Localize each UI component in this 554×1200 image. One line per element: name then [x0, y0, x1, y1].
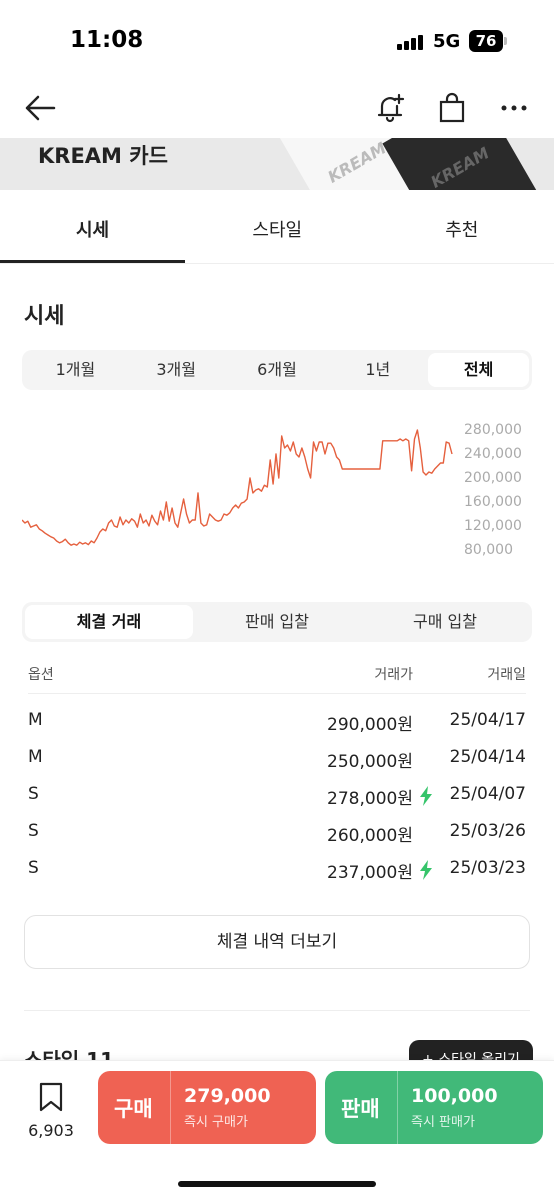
- wishlist-button[interactable]: 6,903: [22, 1081, 80, 1140]
- buy-price: 279,000: [184, 1085, 271, 1107]
- status-time: 11:08: [70, 27, 144, 53]
- bookmark-icon: [39, 1082, 63, 1112]
- trade-type-selector: 체결 거래 판매 입찰 구매 입찰: [22, 602, 532, 642]
- row-option: S: [28, 821, 39, 841]
- banner-title: KREAM 카드: [38, 144, 168, 168]
- period-3m[interactable]: 3개월: [126, 353, 227, 387]
- row-price: 278,000원: [327, 789, 413, 809]
- home-indicator: [178, 1181, 376, 1187]
- back-arrow-icon[interactable]: [20, 88, 60, 128]
- status-bar: 11:08 5G 76: [0, 0, 554, 80]
- tab-recommend[interactable]: 추천: [370, 200, 554, 263]
- section-divider: [24, 1010, 530, 1011]
- y-tick-label: 200,000: [464, 470, 522, 486]
- notification-add-icon[interactable]: [370, 88, 410, 128]
- wish-count: 6,903: [28, 1121, 74, 1140]
- bottom-action-bar: 6,903 구매 279,000 즉시 구매가 판매 100,000 즉시 판매…: [0, 1060, 554, 1200]
- period-1y[interactable]: 1년: [327, 353, 428, 387]
- row-date: 25/04/07: [449, 784, 526, 804]
- row-date: 25/03/23: [449, 858, 526, 878]
- tab-style[interactable]: 스타일: [185, 200, 370, 263]
- y-tick-label: 80,000: [464, 542, 513, 558]
- trade-type-sell-bids[interactable]: 판매 입찰: [193, 605, 361, 639]
- price-line: [21, 429, 453, 546]
- trade-type-buy-bids[interactable]: 구매 입찰: [361, 605, 529, 639]
- column-price: 거래가: [374, 667, 413, 683]
- signal-icon: [397, 34, 425, 50]
- more-trades-button[interactable]: 체결 내역 더보기: [24, 915, 530, 969]
- price-chart-svg: [21, 429, 453, 546]
- battery-icon: 76: [469, 30, 507, 52]
- table-row: M 290,000원 25/04/17: [28, 704, 526, 740]
- period-6m[interactable]: 6개월: [227, 353, 328, 387]
- row-price: 290,000원: [327, 715, 413, 735]
- column-option: 옵션: [28, 667, 54, 683]
- sell-price: 100,000: [411, 1085, 498, 1107]
- row-date: 25/03/26: [449, 821, 526, 841]
- row-price: 237,000원: [327, 863, 413, 883]
- more-icon[interactable]: [494, 88, 534, 128]
- period-1m[interactable]: 1개월: [25, 353, 126, 387]
- period-selector: 1개월 3개월 6개월 1년 전체: [22, 350, 532, 390]
- row-option: S: [28, 858, 39, 878]
- kream-card-banner[interactable]: KREAM 카드 KREAM KREAM: [0, 138, 554, 190]
- row-date: 25/04/14: [449, 747, 526, 767]
- trade-type-completed[interactable]: 체결 거래: [25, 605, 193, 639]
- shopping-bag-icon[interactable]: [432, 88, 472, 128]
- top-nav: [0, 80, 554, 138]
- row-price: 260,000원: [327, 826, 413, 846]
- sell-label: 판매: [341, 1097, 380, 1121]
- sell-button[interactable]: 판매 100,000 즉시 판매가: [325, 1071, 543, 1144]
- content-tabs: 시세 스타일 추천: [0, 200, 554, 264]
- row-option: M: [28, 710, 43, 730]
- row-option: M: [28, 747, 43, 767]
- row-option: S: [28, 784, 39, 804]
- network-type: 5G: [433, 31, 461, 52]
- sell-sub-label: 즉시 판매가: [411, 1115, 475, 1130]
- price-chart[interactable]: 280,000 240,000 200,000 160,000 120,000 …: [21, 412, 532, 572]
- table-row: S 237,000원 25/03/23: [28, 852, 526, 888]
- y-tick-label: 120,000: [464, 518, 522, 534]
- column-date: 거래일: [487, 667, 526, 683]
- buy-button[interactable]: 구매 279,000 즉시 구매가: [98, 1071, 316, 1144]
- row-date: 25/04/17: [449, 710, 526, 730]
- table-row: S 260,000원 25/03/26: [28, 815, 526, 851]
- table-row: M 250,000원 25/04/14: [28, 741, 526, 777]
- row-price: 250,000원: [327, 752, 413, 772]
- section-title: 시세: [24, 304, 65, 329]
- buy-sub-label: 즉시 구매가: [184, 1115, 248, 1130]
- quick-delivery-bolt-icon: [420, 860, 432, 880]
- y-tick-label: 280,000: [464, 422, 522, 438]
- y-tick-label: 240,000: [464, 446, 522, 462]
- battery-level: 76: [469, 30, 503, 52]
- table-row: S 278,000원 25/04/07: [28, 778, 526, 814]
- trade-table-header: 옵션 거래가 거래일: [28, 660, 526, 694]
- quick-delivery-bolt-icon: [420, 786, 432, 806]
- buy-label: 구매: [114, 1097, 153, 1121]
- y-tick-label: 160,000: [464, 494, 522, 510]
- tab-price[interactable]: 시세: [0, 200, 185, 263]
- period-all[interactable]: 전체: [428, 353, 529, 387]
